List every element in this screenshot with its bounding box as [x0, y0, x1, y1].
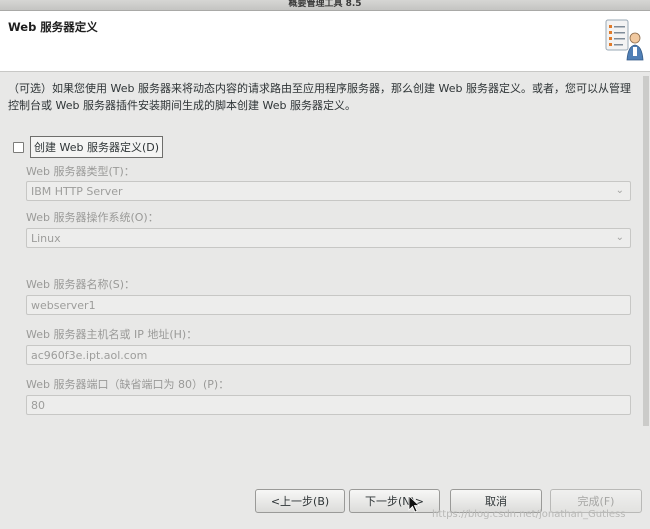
- create-web-server-definition-option[interactable]: 创建 Web 服务器定义(D): [13, 136, 164, 158]
- web-server-os-label: Web 服务器操作系统(O)：: [26, 211, 159, 224]
- web-server-name-value: webserver1: [31, 299, 96, 312]
- create-web-server-checkbox-label[interactable]: 创建 Web 服务器定义(D): [30, 136, 164, 158]
- window-title-bar: 概要管理工具 8.5: [0, 0, 650, 11]
- web-server-host-value: ac960f3e.ipt.aol.com: [31, 349, 148, 362]
- web-server-name-field[interactable]: webserver1: [26, 295, 631, 315]
- watermark-text: https://blog.csdn.net/jonathan_Gutless: [432, 509, 626, 520]
- web-server-port-label: Web 服务器端口（缺省端口为 80）(P)：: [26, 378, 230, 391]
- back-button[interactable]: <上一步(B): [255, 489, 345, 513]
- wizard-header: Web 服务器定义: [0, 11, 650, 72]
- web-server-host-label: Web 服务器主机名或 IP 地址(H)：: [26, 328, 198, 341]
- create-web-server-checkbox[interactable]: [13, 141, 24, 153]
- page-title: Web 服务器定义: [8, 20, 98, 34]
- web-server-port-value: 80: [31, 399, 45, 412]
- web-server-type-label: Web 服务器类型(T)：: [26, 165, 135, 178]
- web-server-type-value: IBM HTTP Server: [31, 185, 123, 198]
- mouse-pointer-icon: [408, 495, 420, 513]
- web-server-os-value: Linux: [31, 232, 61, 245]
- chevron-down-icon: ⌄: [615, 232, 624, 243]
- web-server-type-select[interactable]: IBM HTTP Server ⌄: [26, 181, 631, 201]
- web-server-name-label: Web 服务器名称(S)：: [26, 278, 136, 291]
- window-title: 概要管理工具 8.5: [288, 0, 362, 9]
- vertical-scrollbar[interactable]: [643, 76, 649, 426]
- next-button[interactable]: 下一步(N)>: [349, 489, 440, 513]
- web-server-port-field[interactable]: 80: [26, 395, 631, 415]
- chevron-down-icon: ⌄: [615, 185, 624, 196]
- description-text: （可选）如果您使用 Web 服务器来将动态内容的请求路由至应用程序服务器，那么创…: [8, 82, 631, 112]
- wizard-checklist-person-icon: [605, 19, 644, 61]
- web-server-os-select[interactable]: Linux ⌄: [26, 228, 631, 248]
- web-server-host-field[interactable]: ac960f3e.ipt.aol.com: [26, 345, 631, 365]
- scrollbar-thumb[interactable]: [643, 76, 649, 426]
